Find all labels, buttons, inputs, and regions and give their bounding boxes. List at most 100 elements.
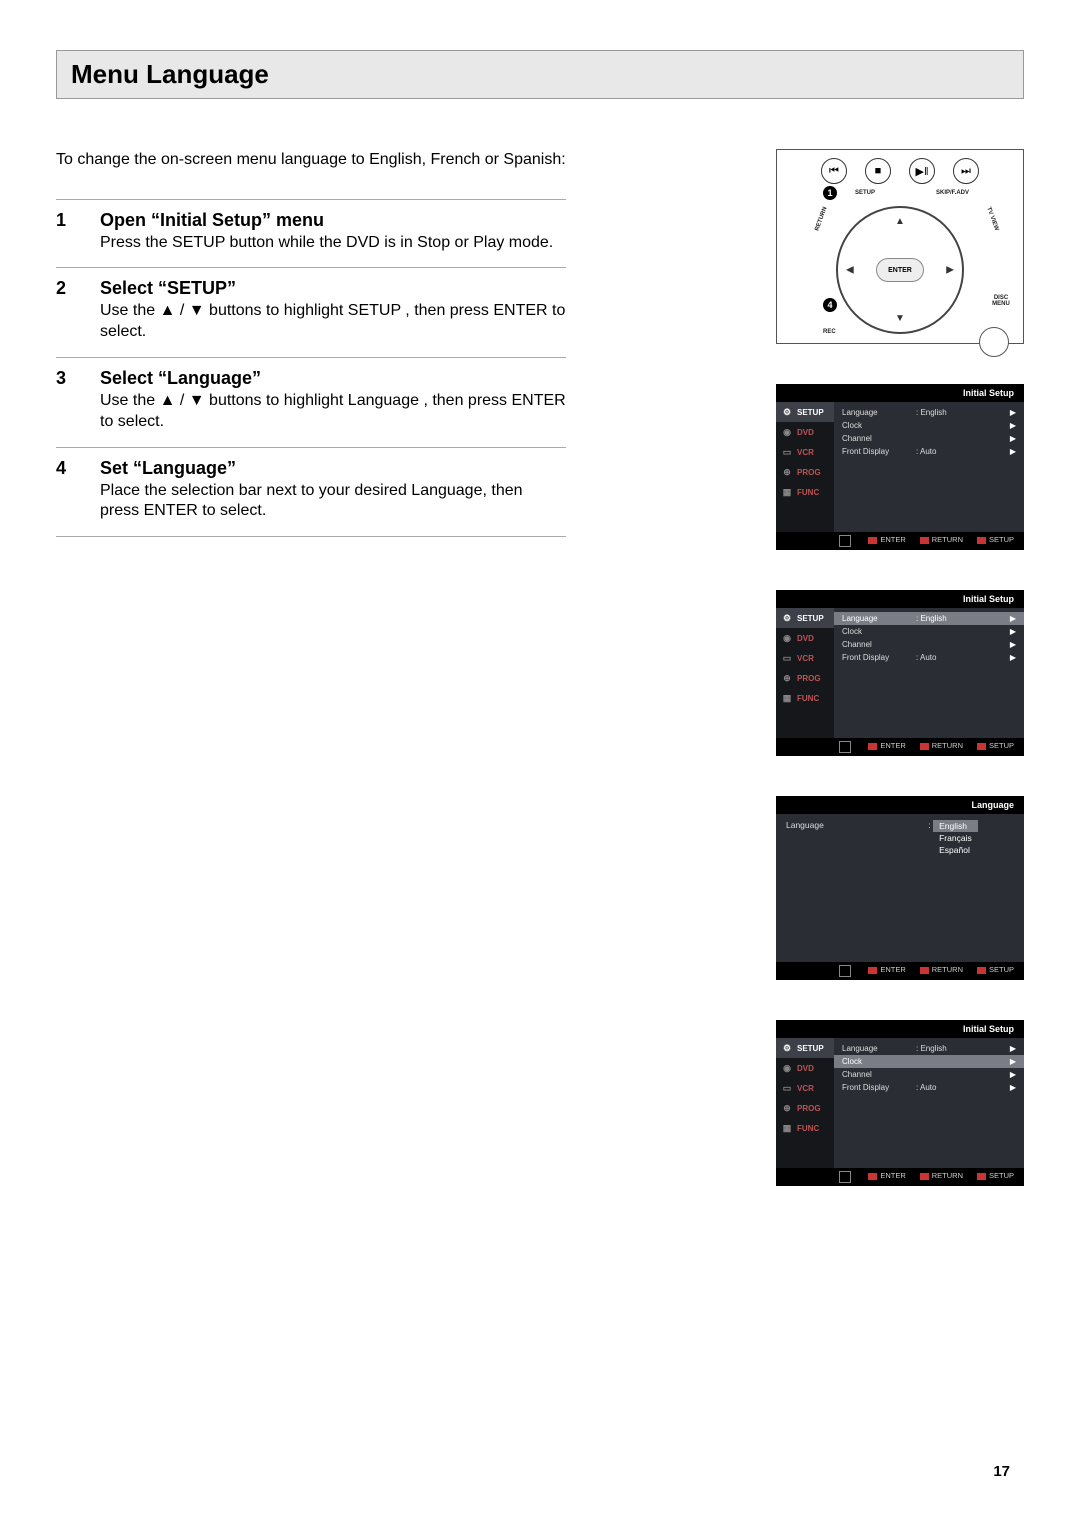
enter-button: ENTER [876,258,924,282]
play-pause-icon: ▶‖ [909,158,935,184]
osd-tab-prog: ⊕PROG [776,462,834,482]
func-icon: ▦ [781,692,793,704]
osd-tab-vcr: ▭VCR [776,648,834,668]
osd-header: Initial Setup [776,1020,1024,1038]
vcr-icon: ▭ [781,446,793,458]
osd-row: Front Display: Auto▶ [842,1081,1016,1094]
func-icon: ▦ [781,486,793,498]
page-number: 17 [993,1463,1010,1480]
osd-tab-func: ▦FUNC [776,1118,834,1138]
enter-hint: ENTER [868,535,905,547]
osd-tab-func: ▦FUNC [776,482,834,502]
osd-tab-dvd: ◉DVD [776,628,834,648]
step-number: 2 [56,278,80,299]
step-body: Press the SETUP button while the DVD is … [100,233,566,254]
osd-tab-setup: ⚙SETUP [776,1038,834,1058]
dpad: ENTER ▲ ▼ ◀ ▶ [836,206,964,334]
osd-row: Front Display: Auto▶ [842,651,1016,664]
func-icon: ▦ [781,1122,793,1134]
language-option: Français [933,832,978,844]
osd-row: Channel▶ [842,432,1016,445]
osd-header: Initial Setup [776,384,1024,402]
osd-row: Channel▶ [842,638,1016,651]
prog-icon: ⊕ [781,672,793,684]
osd-tab-dvd: ◉DVD [776,422,834,442]
setup-icon: ⚙ [781,1042,793,1054]
dvd-icon: ◉ [781,632,793,644]
osd-tab-setup: ⚙SETUP [776,402,834,422]
osd-screenshot-1: Initial Setup ⚙SETUP◉DVD▭VCR⊕PROG▦FUNC L… [776,384,1024,550]
step-1: 1 Open “Initial Setup” menu Press the SE… [56,199,566,268]
osd-row: Language: English▶ [842,406,1016,419]
instructions-column: To change the on-screen menu language to… [56,149,566,537]
illustrations-column: ⏮ ■ ▶‖ ⏭ 1 4 SETUP SKIP/F.ADV RETURN TV … [596,149,1024,1226]
setup-label: SETUP [855,190,875,196]
vcr-icon: ▭ [781,1082,793,1094]
tvview-label: TV VIEW [986,206,1000,231]
discmenu-label: DISC MENU [989,295,1013,307]
step-title: Select “Language” [100,368,261,389]
page-title: Menu Language [71,59,1009,90]
step-3: 3 Select “Language” Use the ▲ / ▼ button… [56,357,566,447]
up-arrow-icon: ▲ [895,216,905,227]
osd-tab-dvd: ◉DVD [776,1058,834,1078]
step-number: 3 [56,368,80,389]
left-arrow-icon: ◀ [846,265,854,276]
vcr-icon: ▭ [781,652,793,664]
osd-row: Language: English▶ [842,1042,1016,1055]
next-icon: ⏭ [953,158,979,184]
step-body: Use the ▲ / ▼ buttons to highlight SETUP… [100,301,566,343]
osd-header: Initial Setup [776,590,1024,608]
step-number: 1 [56,210,80,231]
setup-hint: SETUP [977,535,1014,547]
dvd-icon: ◉ [781,426,793,438]
step-title: Open “Initial Setup” menu [100,210,324,231]
down-arrow-icon: ▼ [895,313,905,324]
osd-tab-prog: ⊕PROG [776,1098,834,1118]
step-title: Set “Language” [100,458,236,479]
prog-icon: ⊕ [781,466,793,478]
osd-row: Clock▶ [834,1055,1024,1068]
osd-tab-func: ▦FUNC [776,688,834,708]
osd-header: Language [776,796,1024,814]
rec-label: REC [823,329,836,335]
step-title: Select “SETUP” [100,278,236,299]
callout-4: 4 [823,298,837,312]
step-2: 2 Select “SETUP” Use the ▲ / ▼ buttons t… [56,267,566,357]
step-body: Place the selection bar next to your des… [100,481,566,523]
prev-icon: ⏮ [821,158,847,184]
osd-row: Channel▶ [842,1068,1016,1081]
osd-screenshot-4: Initial Setup ⚙SETUP◉DVD▭VCR⊕PROG▦FUNC L… [776,1020,1024,1186]
osd-row: Clock▶ [842,625,1016,638]
language-option: English [933,820,978,832]
disc-menu-button [979,327,1009,357]
osd-main: Language: English▶Clock▶Channel▶Front Di… [834,402,1024,532]
skip-label: SKIP/F.ADV [936,190,969,196]
step-number: 4 [56,458,80,479]
step-4: 4 Set “Language” Place the selection bar… [56,447,566,538]
osd-sidebar: ⚙SETUP◉DVD▭VCR⊕PROG▦FUNC [776,402,834,532]
callout-1: 1 [823,186,837,200]
dvd-icon: ◉ [781,1062,793,1074]
move-icon [839,535,854,547]
page-title-box: Menu Language [56,50,1024,99]
osd-screenshot-3: Language Language : EnglishFrançaisEspañ… [776,796,1024,980]
remote-diagram: ⏮ ■ ▶‖ ⏭ 1 4 SETUP SKIP/F.ADV RETURN TV … [776,149,1024,344]
osd-row: Clock▶ [842,419,1016,432]
right-arrow-icon: ▶ [946,265,954,276]
osd-tab-setup: ⚙SETUP [776,608,834,628]
osd-row: Language: English▶ [834,612,1024,625]
step-body: Use the ▲ / ▼ buttons to highlight Langu… [100,391,566,433]
osd-tab-vcr: ▭VCR [776,442,834,462]
prog-icon: ⊕ [781,1102,793,1114]
osd-row: Front Display: Auto▶ [842,445,1016,458]
language-option: Español [933,844,978,856]
osd-tab-vcr: ▭VCR [776,1078,834,1098]
osd-tab-prog: ⊕PROG [776,668,834,688]
intro-text: To change the on-screen menu language to… [56,149,566,171]
osd-footer: ENTER RETURN SETUP [776,532,1024,550]
return-label: RETURN [814,206,828,232]
osd-screenshot-2: Initial Setup ⚙SETUP◉DVD▭VCR⊕PROG▦FUNC L… [776,590,1024,756]
setup-icon: ⚙ [781,612,793,624]
stop-icon: ■ [865,158,891,184]
